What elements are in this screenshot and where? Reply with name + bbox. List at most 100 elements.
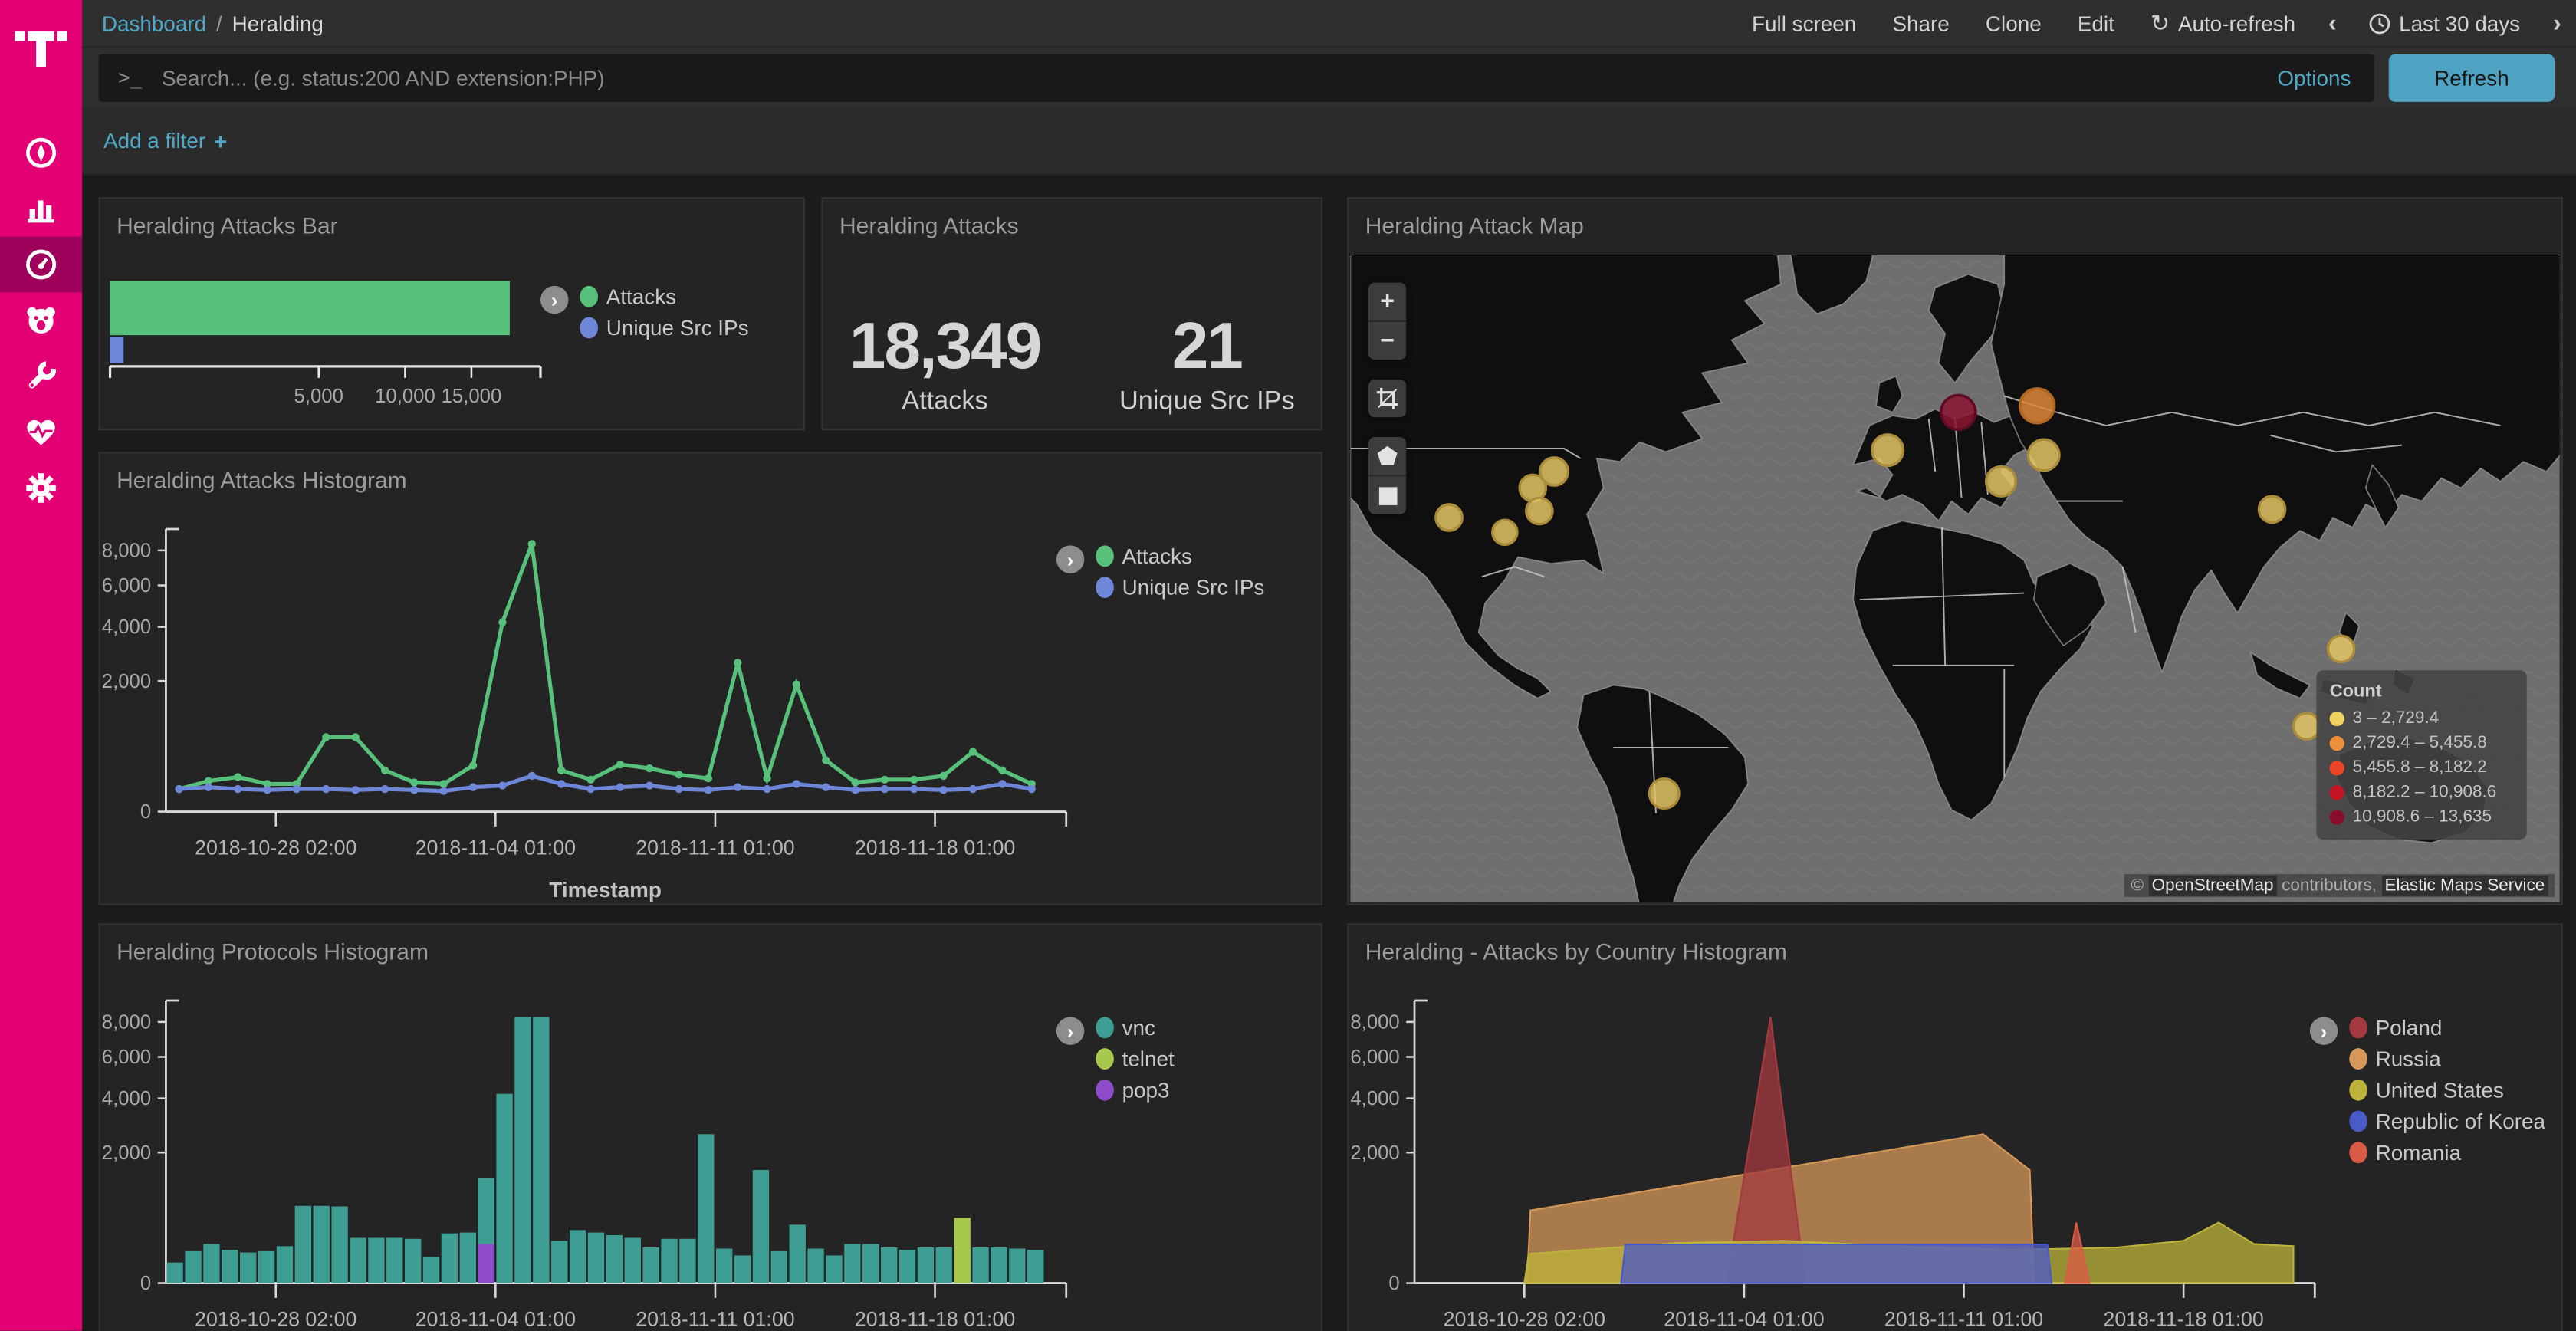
attacks-bar-legend-item[interactable]: Attacks	[580, 284, 748, 309]
protocols-legend-item[interactable]: telnet	[1096, 1047, 1174, 1071]
attacks-legend-item[interactable]: Attacks	[1096, 544, 1264, 568]
legend-label: Romania	[2376, 1140, 2461, 1165]
time-next-button[interactable]: ›	[2538, 9, 2576, 37]
sidebar-item-discover[interactable]	[0, 125, 82, 181]
country-legend-item[interactable]: United States	[2349, 1078, 2545, 1103]
legend-label: Republic of Korea	[2376, 1109, 2545, 1133]
map-draw-polygon-button[interactable]	[1368, 437, 1406, 475]
map-count-legend: Count 3 – 2,729.42,729.4 – 5,455.85,455.…	[2316, 670, 2526, 840]
legend-label: Poland	[2376, 1015, 2443, 1040]
metric-values: 18,349Attacks21Unique Src IPs	[823, 311, 1321, 417]
sidebar-item-monitoring[interactable]	[0, 404, 82, 460]
panel-title: Heralding Attacks	[823, 199, 1321, 238]
map-draw-rect-button[interactable]	[1368, 475, 1406, 514]
sidebar-item-dev-tools[interactable]	[0, 348, 82, 404]
attacks-legend-toggle-button[interactable]: ›	[1056, 545, 1084, 573]
country-legend-item[interactable]: Republic of Korea	[2349, 1109, 2545, 1133]
svg-text:10,000: 10,000	[375, 386, 435, 407]
panel-protocols-histogram: Heralding Protocols Histogram 02,0004,00…	[99, 923, 1322, 1331]
edit-button[interactable]: Edit	[2059, 11, 2132, 35]
panel-title: Heralding Attack Map	[1349, 199, 2561, 238]
protocols-legend-item[interactable]: vnc	[1096, 1015, 1174, 1040]
map-zoom-out-button[interactable]: −	[1368, 320, 1406, 360]
dashboard-grid: Heralding Attacks Bar 5,00010,00015,000 …	[82, 176, 2576, 1330]
protocols-bar-chart: 02,0004,0006,0008,0002018-10-28 02:00201…	[100, 971, 1152, 1331]
map-legend-dot	[2330, 735, 2344, 750]
svg-text:6,000: 6,000	[102, 575, 151, 596]
attacks-bar-legend-item[interactable]: Unique Src IPs	[580, 315, 748, 340]
attacks-bar-legend-toggle-button[interactable]: ›	[540, 286, 568, 314]
kibana-dashboard-app: Dashboard / Heralding Full screen Share …	[0, 0, 2576, 1331]
svg-text:2,000: 2,000	[102, 671, 151, 692]
add-filter-button[interactable]: Add a filter +	[104, 127, 227, 153]
t-logo-icon	[13, 18, 69, 74]
elastic-maps-service-link[interactable]: Elastic Maps Service	[2381, 876, 2548, 896]
clone-button[interactable]: Clone	[1967, 11, 2059, 35]
wrench-icon	[21, 357, 61, 396]
map-fit-data-button[interactable]	[1368, 380, 1406, 417]
legend-label: telnet	[1122, 1047, 1175, 1071]
svg-text:2,000: 2,000	[102, 1142, 151, 1164]
refresh-button[interactable]: Refresh	[2389, 54, 2555, 101]
plus-icon: +	[214, 127, 228, 153]
panel-country-histogram: Heralding - Attacks by Country Histogram…	[1347, 923, 2563, 1331]
full-screen-button[interactable]: Full screen	[1733, 11, 1874, 35]
map-legend-item: 8,182.2 – 10,908.6	[2330, 782, 2514, 802]
svg-text:6,000: 6,000	[102, 1047, 151, 1068]
map-legend-item: 5,455.8 – 8,182.2	[2330, 758, 2514, 777]
openstreetmap-link[interactable]: OpenStreetMap	[2148, 876, 2276, 896]
map-legend-range: 5,455.8 – 8,182.2	[2353, 758, 2487, 777]
legend-color-dot	[1096, 1048, 1114, 1070]
sidebar-item-honeypot[interactable]	[0, 292, 82, 348]
protocols-legend-toggle-button[interactable]: ›	[1056, 1017, 1084, 1044]
gear-icon	[21, 468, 61, 508]
search-input[interactable]	[159, 64, 2278, 91]
breadcrumb-dashboard-link[interactable]: Dashboard	[102, 11, 206, 35]
share-button[interactable]: Share	[1875, 11, 1968, 35]
options-link[interactable]: Options	[2277, 65, 2351, 90]
map-legend-title: Count	[2330, 682, 2514, 702]
breadcrumb: Dashboard / Heralding	[102, 11, 324, 35]
search-bar-row: >_ Options Refresh	[82, 48, 2576, 107]
attacks-line-chart: 02,0004,0006,0008,0002018-10-28 02:00201…	[100, 499, 1152, 903]
time-prev-button[interactable]: ‹	[2314, 9, 2351, 37]
world-map[interactable]: +− Count 3 – 2,729.42,729.4 – 5,455.85,4…	[1350, 255, 2559, 902]
country-legend-toggle-button[interactable]: ›	[2310, 1017, 2338, 1044]
legend-color-dot	[1096, 545, 1114, 567]
svg-text:8,000: 8,000	[102, 1011, 151, 1033]
country-legend-item[interactable]: Romania	[2349, 1140, 2545, 1165]
svg-text:2018-11-04 01:00: 2018-11-04 01:00	[416, 836, 576, 859]
map-zoom-in-button[interactable]: +	[1368, 283, 1406, 320]
t-mobile-logo[interactable]	[0, 0, 82, 92]
auto-refresh-button[interactable]: ↻ Auto-refresh	[2132, 11, 2313, 35]
crop-icon	[1377, 388, 1398, 409]
legend-label: vnc	[1122, 1015, 1155, 1040]
svg-text:5,000: 5,000	[294, 386, 343, 407]
protocols-legend-item[interactable]: pop3	[1096, 1078, 1174, 1103]
refresh-cycle-icon: ↻	[2150, 12, 2170, 35]
sidebar-item-management[interactable]	[0, 460, 82, 516]
svg-text:0: 0	[140, 801, 151, 823]
time-range-button[interactable]: Last 30 days	[2351, 11, 2538, 35]
svg-text:15,000: 15,000	[442, 386, 502, 407]
legend-label: Unique Src IPs	[1122, 575, 1265, 600]
country-legend-item[interactable]: Russia	[2349, 1047, 2545, 1071]
legend-color-dot	[2349, 1080, 2367, 1101]
compass-icon	[21, 133, 61, 173]
rectangle-icon	[1378, 485, 1398, 505]
map-legend-range: 2,729.4 – 5,455.8	[2353, 733, 2487, 753]
attacks-bar-legend: › Attacks Unique Src IPs	[540, 284, 749, 340]
attacks-legend-item[interactable]: Unique Src IPs	[1096, 575, 1264, 600]
map-legend-dot	[2330, 760, 2344, 774]
metric-label: Unique Src IPs	[1119, 388, 1295, 418]
country-legend-item[interactable]: Poland	[2349, 1015, 2545, 1040]
panel-title: Heralding Protocols Histogram	[100, 925, 1321, 964]
svg-text:2018-10-28 02:00: 2018-10-28 02:00	[195, 1307, 356, 1330]
map-legend-dot	[2330, 784, 2344, 799]
svg-text:Timestamp: Timestamp	[549, 878, 662, 902]
sidebar-item-visualize[interactable]	[0, 181, 82, 237]
top-nav: Dashboard / Heralding Full screen Share …	[82, 0, 2576, 48]
country-area-chart: 02,0004,0006,0008,0002018-10-28 02:00201…	[1349, 971, 2400, 1331]
svg-text:6,000: 6,000	[1350, 1047, 1399, 1068]
sidebar-item-dashboard[interactable]	[0, 237, 82, 293]
